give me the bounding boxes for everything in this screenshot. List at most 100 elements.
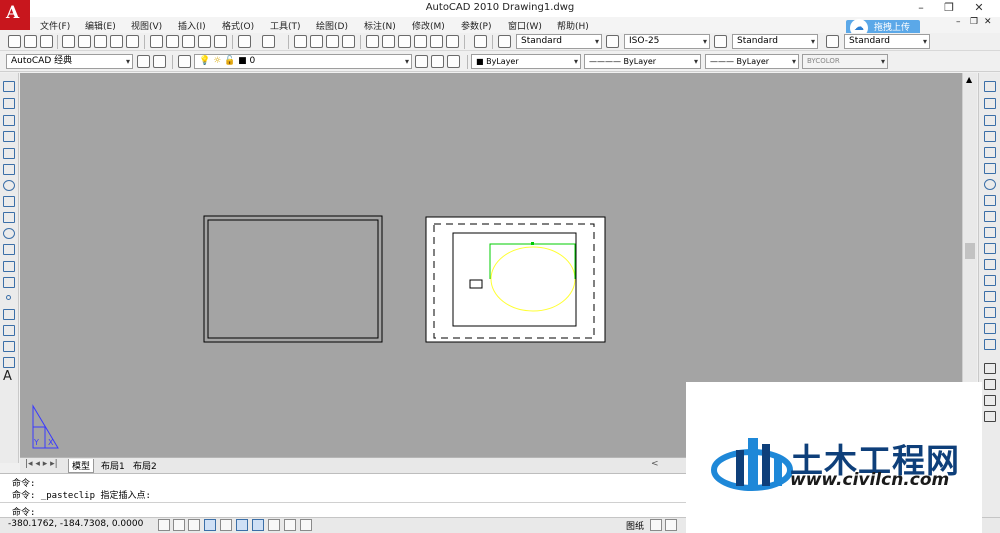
scroll-up-icon[interactable]: ▲ [966, 75, 972, 84]
copy-object-icon[interactable] [984, 98, 996, 109]
redo-icon[interactable] [262, 35, 275, 48]
fillet-icon[interactable] [984, 323, 996, 334]
tab-layout1[interactable]: 布局1 [98, 459, 128, 472]
mleader-style-icon[interactable] [826, 35, 839, 48]
menu-tools[interactable]: 工具(T) [270, 19, 301, 32]
grid-display-icon[interactable] [188, 519, 200, 531]
menu-dimension[interactable]: 标注(N) [364, 19, 396, 32]
sheet-set-icon[interactable] [414, 35, 427, 48]
print-icon[interactable] [62, 35, 75, 48]
workspace-settings-icon[interactable] [137, 55, 150, 68]
point-icon[interactable] [6, 295, 11, 300]
coordinate-readout[interactable]: -380.1762, -184.7308, 0.0000 [8, 519, 143, 529]
workspace-toolbar-icon[interactable] [153, 55, 166, 68]
copy-icon[interactable] [166, 35, 179, 48]
trim-icon[interactable] [984, 227, 996, 238]
layer-manager-icon[interactable] [178, 55, 191, 68]
match-properties-icon[interactable] [198, 35, 211, 48]
object-snap-tracking-icon[interactable] [252, 519, 264, 531]
zoom-window-icon[interactable] [326, 35, 339, 48]
array-icon[interactable] [984, 147, 996, 158]
publish-icon[interactable] [94, 35, 107, 48]
doc-minimize-button[interactable]: – [956, 17, 961, 27]
break-icon[interactable] [984, 275, 996, 286]
menu-window[interactable]: 窗口(W) [508, 19, 542, 32]
plot-icon[interactable] [126, 35, 139, 48]
cut-icon[interactable] [150, 35, 163, 48]
tab-model[interactable]: 模型 [68, 459, 95, 473]
gradient-icon[interactable] [3, 325, 15, 336]
menu-insert[interactable]: 插入(I) [178, 19, 206, 32]
menu-parametric[interactable]: 参数(P) [461, 19, 491, 32]
mirror-icon[interactable] [984, 115, 996, 126]
extend-icon[interactable] [984, 243, 996, 254]
workspace-select[interactable]: AutoCAD 经典 ▾ [6, 54, 133, 69]
construction-line-icon[interactable] [3, 98, 15, 109]
layer-state-icon[interactable] [447, 55, 460, 68]
close-button[interactable]: ✕ [966, 1, 992, 15]
quickcalc-icon[interactable] [446, 35, 459, 48]
minimize-button[interactable]: – [908, 1, 934, 15]
menu-view[interactable]: 视图(V) [131, 19, 162, 32]
layer-select[interactable]: 💡 ☼ 🔓 ■ 0 ▾ [194, 54, 412, 69]
menu-help[interactable]: 帮助(H) [557, 19, 589, 32]
make-block-icon[interactable] [3, 277, 15, 288]
chamfer-icon[interactable] [984, 307, 996, 318]
break-at-point-icon[interactable] [984, 259, 996, 270]
open-icon[interactable] [24, 35, 37, 48]
linetype-select[interactable]: ———— ByLayer ▾ [584, 54, 701, 69]
lineweight-select[interactable]: ——— ByLayer ▾ [705, 54, 799, 69]
3d-dwf-icon[interactable] [110, 35, 123, 48]
move-icon[interactable] [984, 163, 996, 174]
plotstyle-select[interactable]: BYCOLOR ▾ [802, 54, 888, 69]
object-snap-icon[interactable] [236, 519, 248, 531]
save-icon[interactable] [40, 35, 53, 48]
table-style-icon[interactable] [714, 35, 727, 48]
block-editor-icon[interactable] [214, 35, 227, 48]
join-icon[interactable] [984, 291, 996, 302]
design-center-icon[interactable] [382, 35, 395, 48]
print-preview-icon[interactable] [78, 35, 91, 48]
zoom-realtime-icon[interactable] [310, 35, 323, 48]
text-style-select[interactable]: Standard ▾ [516, 34, 602, 49]
doc-restore-button[interactable]: ❐ [970, 17, 978, 27]
region-icon[interactable] [3, 341, 15, 352]
line-icon[interactable] [3, 81, 15, 92]
snap-mode-icon[interactable] [173, 519, 185, 531]
properties-icon[interactable] [366, 35, 379, 48]
insert-block-icon[interactable] [3, 261, 15, 272]
dim-style-icon[interactable] [606, 35, 619, 48]
polar-tracking-icon[interactable] [220, 519, 232, 531]
dynamic-input-icon[interactable] [284, 519, 296, 531]
erase-icon[interactable] [984, 81, 996, 92]
zoom-previous-icon[interactable] [342, 35, 355, 48]
help-icon[interactable] [474, 35, 487, 48]
dim-style-select[interactable]: ISO-25 ▾ [624, 34, 710, 49]
make-current-layer-icon[interactable] [415, 55, 428, 68]
revision-cloud-icon[interactable] [3, 196, 15, 207]
doc-close-button[interactable]: ✕ [984, 17, 992, 27]
polyline-icon[interactable] [3, 115, 15, 126]
ellipse-arc-icon[interactable] [3, 244, 15, 255]
rectangle-icon[interactable] [3, 148, 15, 159]
menu-edit[interactable]: 编辑(E) [85, 19, 116, 32]
multiline-text-icon[interactable]: A [3, 369, 12, 384]
dynamic-ucs-icon[interactable] [268, 519, 280, 531]
table-style-select[interactable]: Standard ▾ [732, 34, 818, 49]
scale-icon[interactable] [984, 195, 996, 206]
ortho-mode-icon[interactable] [204, 519, 216, 531]
menu-draw[interactable]: 绘图(D) [316, 19, 348, 32]
draworder-above-icon[interactable] [984, 395, 996, 406]
scroll-thumb[interactable] [965, 243, 975, 259]
tool-palettes-icon[interactable] [398, 35, 411, 48]
new-icon[interactable] [8, 35, 21, 48]
paper-space-toggle[interactable]: 图纸 [626, 519, 644, 532]
ellipse-icon[interactable] [3, 228, 15, 239]
menu-format[interactable]: 格式(O) [222, 19, 254, 32]
application-menu-button[interactable]: A [0, 0, 30, 30]
draworder-back-icon[interactable] [984, 379, 996, 390]
undo-icon[interactable] [238, 35, 251, 48]
spline-icon[interactable] [3, 212, 15, 223]
explode-icon[interactable] [984, 339, 996, 350]
layer-previous-icon[interactable] [431, 55, 444, 68]
